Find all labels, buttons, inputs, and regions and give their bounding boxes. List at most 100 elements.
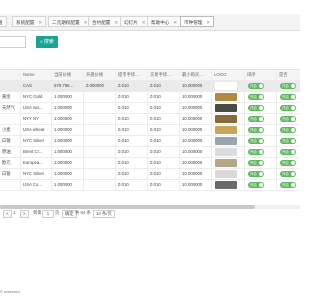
column-header-withdraw-fee[interactable]: 提币手续... [115,70,147,80]
status-toggle[interactable]: 开启 [280,127,296,133]
status-toggle[interactable]: 开启 [280,160,296,166]
toggle-cell: 开启 [276,169,300,179]
search-icon: ⌕ [40,39,43,45]
goto-page-input[interactable]: 1 [42,209,54,218]
column-header-trade-fee[interactable]: 交易手续... [147,70,179,80]
open-price-cell [83,147,115,157]
page-size-select[interactable]: 10 条/页 [93,209,115,218]
sort-toggle[interactable]: 开启 [248,160,264,166]
close-icon[interactable]: ✕ [114,20,118,25]
table-row[interactable]: 原油 Brent Cr... 1.000000 0.010 0.010 10.000000… [0,147,300,158]
status-toggle[interactable]: 开启 [280,149,296,155]
table-row[interactable]: 白银 NYC Silver 1.000000 0.010 0.010 10.000000 开… [0,136,300,147]
table-row[interactable]: 天然气 USA nat... 1.000000 0.010 0.010 10.000000… [0,103,300,114]
sort-toggle[interactable]: 开启 [248,138,264,144]
withdraw-fee-cell: 0.010 [115,180,147,190]
table-row[interactable]: 小麦 USA wheat 1.000000 0.010 0.010 10.000000 开启… [0,125,300,136]
toggle-cell: 开启 [244,125,276,135]
price-cell: 1.000000 [51,125,83,135]
prev-page-button[interactable]: < [3,209,12,218]
search-input[interactable] [0,36,26,48]
status-toggle[interactable]: 开启 [280,138,296,144]
name-cell: USA wheat [20,125,51,135]
status-toggle[interactable]: 开启 [280,182,296,188]
min-buy-cell: 10.000000 [179,92,211,102]
coin-logo [215,115,237,123]
column-header-status[interactable]: 是否 [276,70,300,80]
toggle-label: 开启 [250,183,257,187]
open-price-cell [83,158,115,168]
column-header-sort[interactable]: 排序 [244,70,276,80]
open-price-cell: 0.000000 [83,81,115,91]
close-icon[interactable]: ✕ [142,20,146,25]
sort-toggle[interactable]: 开启 [248,94,264,100]
toggle-cell: 开启 [276,136,300,146]
withdraw-fee-cell: 0.010 [115,158,147,168]
sort-toggle[interactable]: 开启 [248,149,264,155]
toggle-knob [291,84,295,88]
column-header-logo[interactable]: LOGO [211,70,244,80]
table-row[interactable]: CAS 570.756... 0.000000 0.010 0.010 10.000000… [0,81,300,92]
trade-fee-cell: 0.010 [147,158,179,168]
row-label: 白银 [2,171,11,176]
search-button-label: 搜索 [43,39,54,45]
tab-system-config[interactable]: 系统配置 ✕ [12,16,47,27]
table-row[interactable]: 欧元 Europea... 1.000000 0.010 0.010 10.000000 开… [0,158,300,169]
logo-cell [211,136,244,146]
min-buy-cell: 10.000000 [179,114,211,124]
coin-logo [215,181,237,189]
tab-binary-options[interactable]: 二元期权配置 ✕ [48,16,92,27]
toggle-cell: 开启 [244,114,276,124]
sort-toggle[interactable]: 开启 [248,116,264,122]
sort-toggle[interactable]: 开启 [248,182,264,188]
min-buy-cell: 10.000000 [179,136,211,146]
sort-toggle[interactable]: 开启 [248,83,264,89]
logo-cell [211,114,244,124]
toggle-cell: 开启 [276,147,300,157]
toggle-label: 开启 [282,161,289,165]
close-icon[interactable]: ✕ [206,20,210,25]
table-row[interactable]: NYY NY 1.000000 0.010 0.010 10.000000 开启 开启 [0,114,300,125]
toggle-knob [291,128,295,132]
column-header-price[interactable]: 当前价格 [51,70,83,80]
trade-fee-cell: 0.010 [147,114,179,124]
tab-currency-management[interactable]: 币种管理 ✕ [180,16,215,27]
name-cell: CAS [20,81,51,91]
close-icon[interactable]: ✕ [38,20,42,25]
toggle-cell: 开启 [276,125,300,135]
status-toggle[interactable]: 开启 [280,116,296,122]
status-toggle[interactable]: 开启 [280,94,296,100]
sort-toggle[interactable]: 开启 [248,171,264,177]
column-header[interactable] [0,70,20,80]
column-header-name[interactable]: Name [20,70,51,80]
column-header-open[interactable]: 开盘价格 [83,70,115,80]
table-row[interactable]: 黄金 NYC Gold 1.000000 0.010 0.010 10.000000 开启开… [0,92,300,103]
goto-label: 到第 [33,210,42,215]
search-button[interactable]: ⌕搜索 [36,36,58,48]
toggle-cell: 开启 [276,92,300,102]
table-row[interactable]: USA Co... 1.000000 0.010 0.010 10.000000 开启 开启 [0,180,300,191]
next-page-button[interactable]: > [20,209,29,218]
toggle-knob [291,172,295,176]
min-buy-cell: 10.000000 [179,81,211,91]
tab-slides[interactable]: 幻灯片 ✕ [120,16,150,27]
tab-label: 币种管理 [184,20,203,25]
logo-cell [211,81,244,91]
status-toggle[interactable]: 开启 [280,83,296,89]
tab-contract-config[interactable]: 合约配置 ✕ [88,16,123,27]
price-cell: 1.000000 [51,92,83,102]
close-icon[interactable]: ✕ [173,20,177,25]
withdraw-fee-cell: 0.010 [115,125,147,135]
tab-help-center[interactable]: 帮助中心 ✕ [147,16,182,27]
status-toggle[interactable]: 开启 [280,105,296,111]
column-header-min-buy[interactable]: 最小购买... [179,70,211,80]
close-icon[interactable]: ✕ [84,20,88,25]
tab-0[interactable]: 组 [0,16,7,27]
page-unit-label: 页 [55,210,60,215]
sort-toggle[interactable]: 开启 [248,127,264,133]
table-row[interactable]: 白银 NYC Silver 1.000000 0.010 0.010 10.000000 开… [0,169,300,180]
status-toggle[interactable]: 开启 [280,171,296,177]
current-page[interactable]: 1 [13,210,15,215]
sort-toggle[interactable]: 开启 [248,105,264,111]
trade-fee-cell: 0.010 [147,81,179,91]
